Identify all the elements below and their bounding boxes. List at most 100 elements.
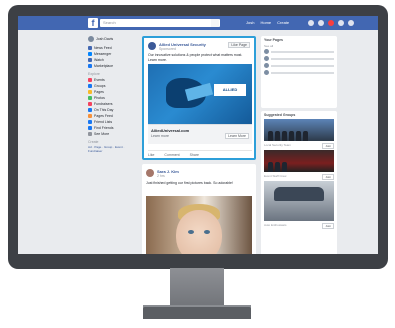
monitor-stand (170, 268, 224, 310)
sidebar-explore-item-icon (88, 108, 92, 112)
nav-home[interactable]: Home (260, 20, 271, 25)
pages-card-title: Your Pages (264, 38, 283, 42)
group-photo[interactable] (264, 150, 334, 172)
group-photo[interactable] (264, 119, 334, 141)
sidebar-item-label: Messenger (94, 52, 112, 56)
nav-create[interactable]: Create (277, 20, 289, 25)
messenger-icon[interactable] (318, 20, 324, 26)
sidebar-item-icon (88, 52, 92, 56)
photo-eye-left (188, 230, 194, 234)
join-group-button[interactable]: Join (322, 143, 334, 149)
post-meta: 2 hrs (157, 174, 165, 178)
sidebar-explore-item[interactable]: See More (88, 131, 138, 137)
screen: f Search Josh Home Create Josh Davis New… (18, 16, 378, 254)
avatar (264, 49, 269, 54)
friends-icon[interactable] (308, 20, 314, 26)
child-photo[interactable] (146, 196, 252, 254)
top-icons (308, 20, 354, 26)
sidebar-explore-item-icon (88, 90, 92, 94)
sidebar-explore-item-label: Friend Lists (94, 120, 113, 124)
page-avatar[interactable] (148, 42, 156, 50)
sidebar-create-links[interactable]: Ad · Page · Group · Event · Fundraiser (88, 145, 138, 153)
sidebar-explore-item-icon (88, 126, 92, 130)
join-group-button[interactable]: Join (322, 174, 334, 180)
sidebar-item-label: Watch (94, 58, 104, 62)
notifications-icon[interactable] (328, 20, 334, 26)
list-item[interactable] (261, 48, 337, 55)
sidebar-explore-item-label: Groups (94, 84, 106, 88)
photo-people (268, 162, 287, 172)
search-icon[interactable] (211, 19, 219, 27)
link-preview[interactable]: AlliedUniversal.com Learn more Learn Mor… (148, 124, 252, 144)
join-group-button[interactable]: Join (322, 223, 334, 229)
sidebar-explore-item-label: On This Day (94, 108, 114, 112)
avatar (88, 36, 94, 42)
like-page-button[interactable]: Like Page (228, 42, 250, 48)
group-photo[interactable] (264, 181, 334, 221)
post-actions: Like Comment Share (148, 150, 252, 157)
help-icon[interactable] (338, 20, 344, 26)
monitor-base (143, 307, 251, 319)
search-input[interactable]: Search (100, 19, 220, 27)
friend-avatar[interactable] (146, 169, 154, 177)
photo-face (176, 210, 222, 254)
monitor-frame: f Search Josh Home Create Josh Davis New… (8, 5, 388, 269)
sidebar-explore-item-label: Events (94, 78, 105, 82)
sidebar-item-label: Marketplace (94, 64, 114, 68)
sidebar-explore-item-icon (88, 102, 92, 106)
sidebar-item-icon (88, 64, 92, 68)
right-column: Your Pages See all Suggested Groups Loca… (261, 36, 337, 254)
list-item[interactable] (261, 55, 337, 62)
sidebar-item[interactable]: Marketplace (88, 63, 138, 69)
sidebar-user-name: Josh Davis (96, 37, 114, 41)
groups-card-title: Suggested Groups (264, 113, 296, 117)
sidebar-item-icon (88, 46, 92, 50)
group-name[interactable]: Auto Enthusiasts Join (261, 223, 337, 230)
sidebar-explore-item-label: Pages Feed (94, 114, 113, 118)
sponsored-post: Allied Universal Security Sponsored Like… (142, 36, 256, 160)
post-image[interactable]: ALLIED (148, 64, 252, 124)
sidebar-explore-item-label: Fundraisers (94, 102, 113, 106)
pages-card: Your Pages See all (261, 36, 337, 108)
sidebar-explore-item-icon (88, 96, 92, 100)
groups-card: Suggested Groups Local Security Team Joi… (261, 111, 337, 254)
learn-more-button[interactable]: Learn More (225, 133, 249, 139)
avatar (264, 63, 269, 68)
photo-car (274, 187, 324, 201)
list-item[interactable] (261, 62, 337, 69)
group-name[interactable]: Local Security Team Join (261, 143, 337, 150)
sidebar-explore-item-icon (88, 132, 92, 136)
search-placeholder: Search (103, 20, 116, 25)
nav-profile[interactable]: Josh (246, 20, 254, 25)
post-meta: Sponsored (159, 47, 176, 51)
post-header: Allied Universal Security Sponsored (148, 42, 206, 51)
group-name[interactable]: Event Staff Crew Join (261, 174, 337, 181)
sidebar-explore-item-icon (88, 114, 92, 118)
sidebar-explore-item-label: Pages (94, 90, 104, 94)
like-button[interactable]: Like (148, 153, 154, 157)
list-item-text (271, 57, 334, 60)
comment-button[interactable]: Comment (164, 153, 179, 157)
sidebar-item-label: News Feed (94, 46, 112, 50)
post-text: Our innovative solutions & people protec… (148, 53, 243, 62)
friend-post: Sara J. Kim 2 hrs Just finished getting … (142, 164, 256, 254)
chevron-down-icon[interactable] (348, 20, 354, 26)
top-bar: f Search Josh Home Create (18, 16, 378, 30)
list-item-text (271, 64, 334, 67)
photo-eye-right (204, 230, 210, 234)
top-nav: Josh Home Create (246, 20, 289, 25)
list-item-text (271, 71, 334, 74)
sidebar-explore-item-icon (88, 84, 92, 88)
avatar (264, 56, 269, 61)
list-item[interactable] (261, 69, 337, 76)
share-button[interactable]: Share (190, 153, 199, 157)
sidebar-user[interactable]: Josh Davis (88, 36, 138, 42)
sidebar-item-icon (88, 58, 92, 62)
sidebar-explore-item-label: See More (94, 132, 110, 136)
brand-logo: ALLIED (214, 84, 246, 96)
facebook-logo[interactable]: f (88, 18, 98, 28)
link-title: AlliedUniversal.com (151, 128, 190, 133)
link-subtitle: Learn more (151, 134, 169, 138)
post-header: Sara J. Kim 2 hrs (146, 169, 179, 178)
list-item-text (271, 50, 334, 53)
